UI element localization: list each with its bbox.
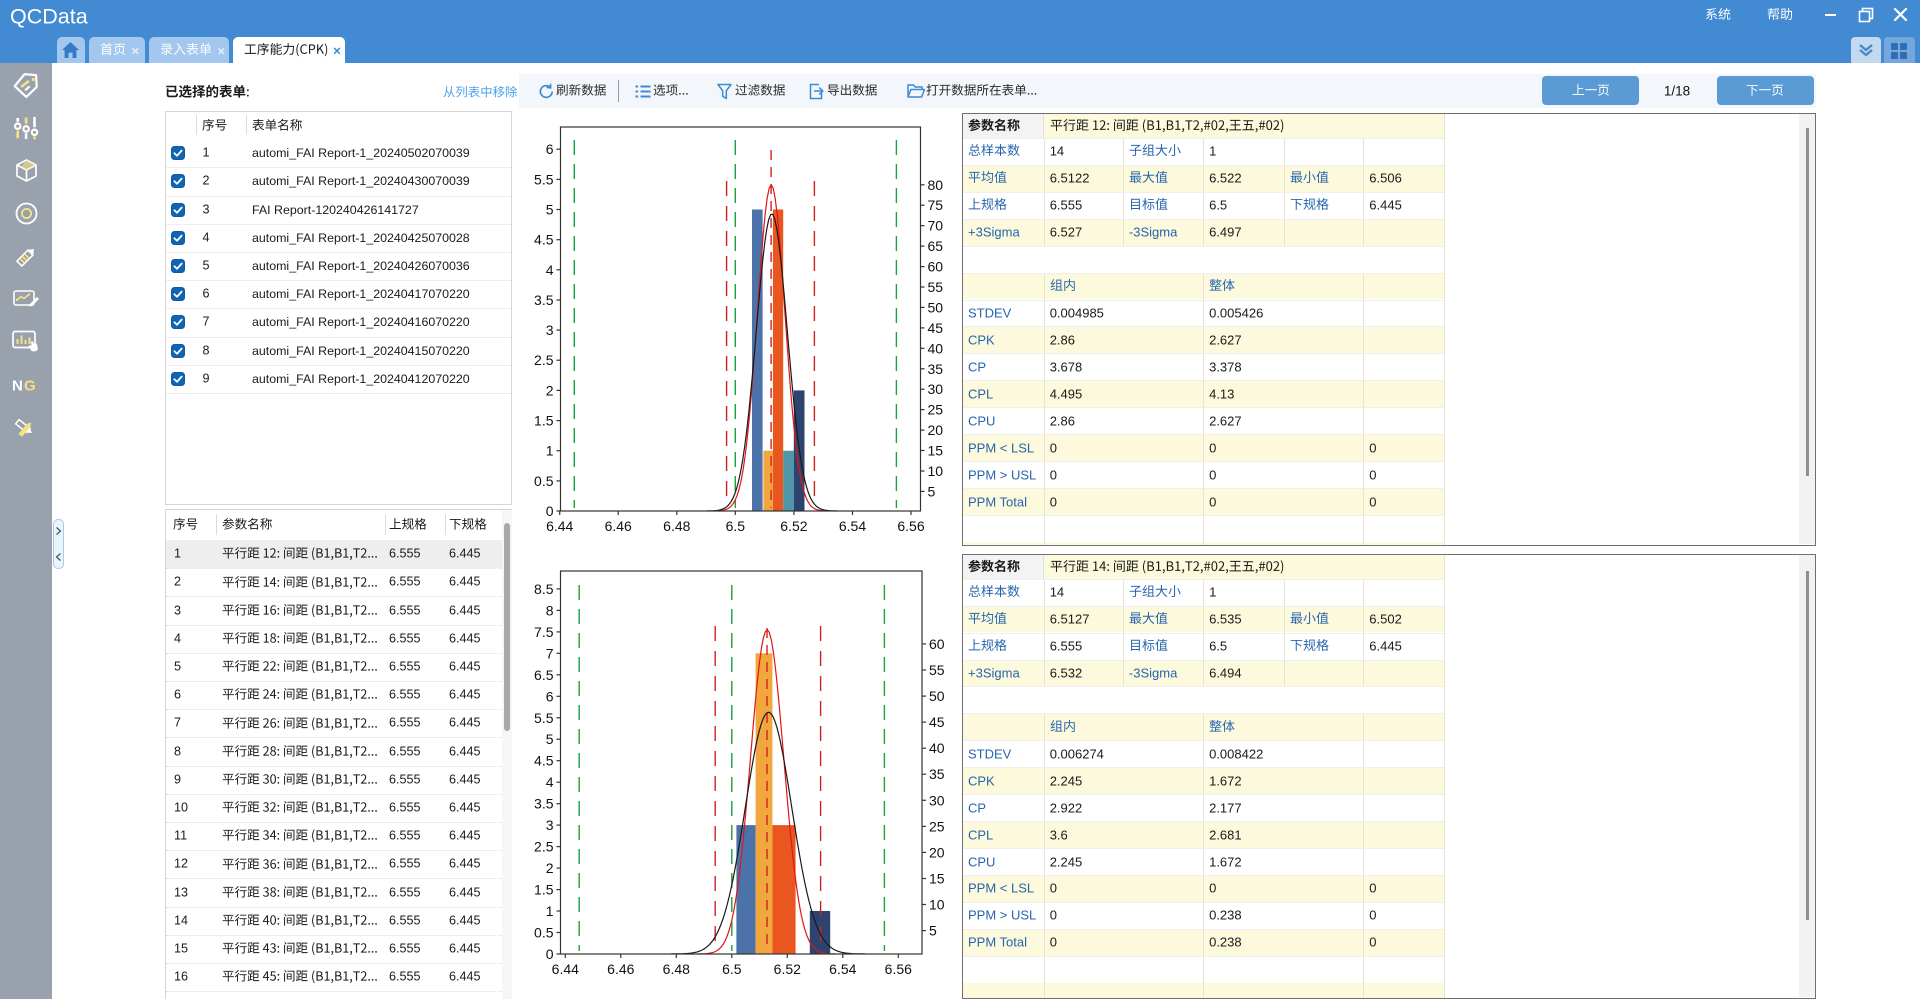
- svg-text:6.48: 6.48: [663, 518, 690, 534]
- svg-text:45: 45: [928, 320, 944, 336]
- svg-text:2.5: 2.5: [534, 839, 554, 855]
- svg-text:2.5: 2.5: [534, 352, 554, 368]
- svg-text:8.5: 8.5: [534, 581, 554, 597]
- svg-text:5: 5: [546, 731, 554, 747]
- svg-text:0.5: 0.5: [534, 473, 554, 489]
- svg-text:10: 10: [929, 897, 945, 913]
- svg-text:55: 55: [928, 279, 944, 295]
- svg-text:5: 5: [546, 202, 554, 218]
- svg-text:6.56: 6.56: [897, 518, 924, 534]
- svg-text:30: 30: [928, 381, 944, 397]
- svg-text:20: 20: [928, 422, 944, 438]
- svg-text:6.44: 6.44: [546, 518, 573, 534]
- svg-text:3: 3: [546, 817, 554, 833]
- svg-text:40: 40: [928, 340, 944, 356]
- svg-text:2: 2: [546, 382, 554, 398]
- svg-text:5: 5: [928, 483, 936, 499]
- svg-text:6: 6: [546, 688, 554, 704]
- svg-text:4.5: 4.5: [534, 753, 554, 769]
- svg-text:4: 4: [546, 774, 554, 790]
- svg-text:0.5: 0.5: [534, 925, 554, 941]
- svg-text:1.5: 1.5: [534, 413, 554, 429]
- svg-text:6.5: 6.5: [726, 518, 746, 534]
- svg-text:15: 15: [928, 443, 944, 459]
- svg-text:6.5: 6.5: [534, 667, 554, 683]
- svg-text:7.5: 7.5: [534, 624, 554, 640]
- svg-text:0: 0: [546, 946, 554, 962]
- svg-text:55: 55: [929, 662, 945, 678]
- svg-text:35: 35: [929, 766, 945, 782]
- svg-text:6.52: 6.52: [774, 961, 801, 977]
- svg-text:80: 80: [928, 177, 944, 193]
- svg-text:1: 1: [546, 443, 554, 459]
- svg-text:20: 20: [929, 844, 945, 860]
- svg-text:6.54: 6.54: [829, 961, 856, 977]
- svg-text:15: 15: [929, 871, 945, 887]
- svg-text:6.46: 6.46: [607, 961, 634, 977]
- svg-text:1: 1: [546, 903, 554, 919]
- svg-text:1.5: 1.5: [534, 882, 554, 898]
- svg-text:5.5: 5.5: [534, 710, 554, 726]
- svg-text:3.5: 3.5: [534, 796, 554, 812]
- svg-text:3: 3: [546, 322, 554, 338]
- svg-text:65: 65: [928, 238, 944, 254]
- svg-text:6: 6: [546, 141, 554, 157]
- svg-text:6.44: 6.44: [552, 961, 579, 977]
- svg-text:3.5: 3.5: [534, 292, 554, 308]
- svg-text:2: 2: [546, 860, 554, 876]
- svg-text:30: 30: [929, 792, 945, 808]
- svg-text:75: 75: [928, 197, 944, 213]
- svg-text:6.56: 6.56: [885, 961, 912, 977]
- svg-text:4.5: 4.5: [534, 232, 554, 248]
- svg-text:60: 60: [929, 636, 945, 652]
- svg-text:G: G: [24, 378, 36, 395]
- svg-text:6.52: 6.52: [780, 518, 807, 534]
- svg-text:0: 0: [546, 503, 554, 519]
- svg-text:6.48: 6.48: [663, 961, 690, 977]
- svg-text:45: 45: [929, 714, 945, 730]
- svg-text:5.5: 5.5: [534, 171, 554, 187]
- svg-text:6.54: 6.54: [839, 518, 866, 534]
- svg-text:8: 8: [546, 602, 554, 618]
- svg-text:10: 10: [928, 463, 944, 479]
- svg-text:5: 5: [929, 923, 937, 939]
- svg-text:4: 4: [546, 262, 554, 278]
- svg-text:6.46: 6.46: [605, 518, 632, 534]
- svg-text:N: N: [12, 378, 23, 395]
- svg-text:60: 60: [928, 259, 944, 275]
- svg-text:25: 25: [928, 402, 944, 418]
- svg-text:50: 50: [929, 688, 945, 704]
- svg-text:7: 7: [546, 645, 554, 661]
- svg-text:35: 35: [928, 361, 944, 377]
- svg-text:40: 40: [929, 740, 945, 756]
- svg-text:50: 50: [928, 299, 944, 315]
- svg-text:6.5: 6.5: [722, 961, 742, 977]
- svg-text:70: 70: [928, 218, 944, 234]
- svg-text:25: 25: [929, 818, 945, 834]
